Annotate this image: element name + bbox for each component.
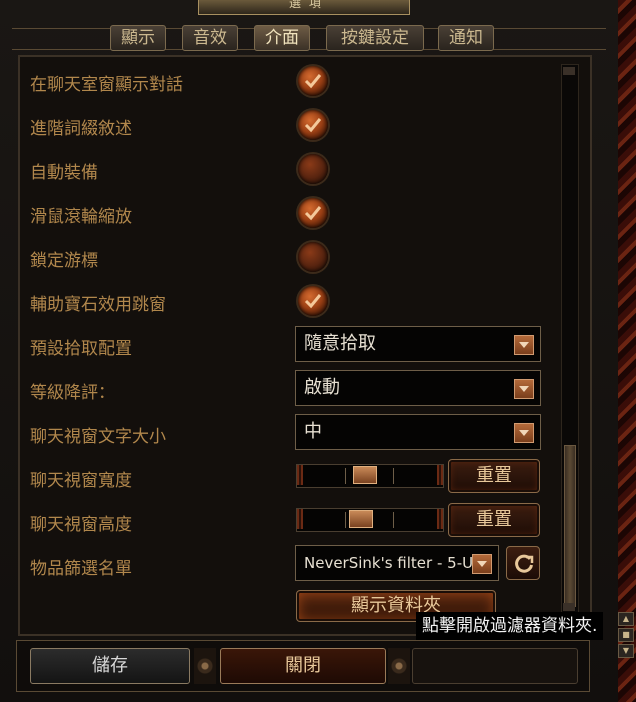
chat-width-reset-button[interactable]: 重置 <box>448 459 540 493</box>
chat-width-slider[interactable] <box>296 464 444 488</box>
background-strip <box>618 0 636 702</box>
mouse-wheel-zoom-label: 滑鼠滾輪縮放 <box>30 207 132 227</box>
chevron-down-icon[interactable] <box>514 335 534 355</box>
auto-equip-checkbox[interactable] <box>298 154 328 184</box>
chat-height-slider[interactable] <box>296 508 444 532</box>
chat-width-label: 聊天視窗寬度 <box>30 471 132 491</box>
chat-font-size-label: 聊天視窗文字大小 <box>30 427 166 447</box>
default-loot-value: 隨意拾取 <box>304 333 376 354</box>
tab-interface[interactable]: 介面 <box>254 25 310 51</box>
tab-keybindings[interactable]: 按鍵設定 <box>326 25 424 51</box>
chevron-down-icon[interactable] <box>472 554 492 574</box>
chevron-down-icon[interactable] <box>514 379 534 399</box>
close-button[interactable]: 關閉 <box>220 648 386 684</box>
auto-equip-label: 自動裝備 <box>30 163 98 183</box>
settings-scrollbar[interactable] <box>561 64 579 614</box>
side-scroll-mid-button[interactable]: ■ <box>618 628 634 642</box>
refresh-filter-button[interactable] <box>506 546 540 580</box>
chat-width-handle[interactable] <box>352 466 377 484</box>
footer-ornament <box>388 648 410 684</box>
lock-cursor-checkbox[interactable] <box>298 242 328 272</box>
scroll-down-cap[interactable] <box>563 603 575 611</box>
slider-tick <box>393 512 394 528</box>
title-plaque: 選 項 <box>198 0 410 15</box>
footer-empty-slot <box>412 648 578 684</box>
support-gem-popup-label: 輔助寶石效用跳窗 <box>30 295 166 315</box>
window-title: 選 項 <box>289 0 323 10</box>
level-downgrade-dropdown[interactable]: 啟動 <box>295 370 541 406</box>
save-button[interactable]: 儲存 <box>30 648 190 684</box>
item-filter-label: 物品篩選名單 <box>30 559 132 579</box>
advanced-mod-desc-checkbox[interactable] <box>298 110 328 140</box>
check-icon <box>304 206 322 221</box>
chat-height-label: 聊天視窗高度 <box>30 515 132 535</box>
chevron-down-icon[interactable] <box>514 423 534 443</box>
support-gem-popup-checkbox[interactable] <box>298 286 328 316</box>
level-downgrade-label: 等級降評： <box>30 383 115 403</box>
tab-audio[interactable]: 音效 <box>182 25 238 51</box>
open-folder-tooltip: 點擊開啟過濾器資料夾. <box>416 612 604 640</box>
show-chat-dialogue-label: 在聊天室窗顯示對話 <box>30 75 183 95</box>
side-scroll-up-button[interactable]: ▲ <box>618 612 634 626</box>
default-loot-dropdown[interactable]: 隨意拾取 <box>295 326 541 362</box>
chat-height-reset-button[interactable]: 重置 <box>448 503 540 537</box>
item-filter-value: NeverSink's filter - 5-U <box>304 554 474 572</box>
chat-height-handle[interactable] <box>349 510 374 528</box>
show-chat-dialogue-checkbox[interactable] <box>298 66 328 96</box>
tab-display[interactable]: 顯示 <box>110 25 166 51</box>
default-loot-label: 預設拾取配置 <box>30 339 132 359</box>
advanced-mod-desc-label: 進階詞綴敘述 <box>30 119 132 139</box>
lock-cursor-label: 鎖定游標 <box>30 251 98 271</box>
side-scroll-down-button[interactable]: ▼ <box>618 644 634 658</box>
check-icon <box>304 118 322 133</box>
scroll-up-cap[interactable] <box>563 67 575 75</box>
level-downgrade-value: 啟動 <box>304 377 340 398</box>
check-icon <box>304 294 322 309</box>
refresh-icon <box>515 554 534 573</box>
item-filter-dropdown[interactable]: NeverSink's filter - 5-U <box>295 545 499 581</box>
chat-font-size-value: 中 <box>304 421 322 442</box>
slider-tick <box>345 512 346 528</box>
tab-notifications[interactable]: 通知 <box>438 25 494 51</box>
slider-tick <box>393 468 394 484</box>
check-icon <box>304 74 322 89</box>
slider-tick <box>345 468 346 484</box>
chat-font-size-dropdown[interactable]: 中 <box>295 414 541 450</box>
footer-ornament <box>194 648 216 684</box>
mouse-wheel-zoom-checkbox[interactable] <box>298 198 328 228</box>
scroll-thumb[interactable] <box>564 445 576 607</box>
